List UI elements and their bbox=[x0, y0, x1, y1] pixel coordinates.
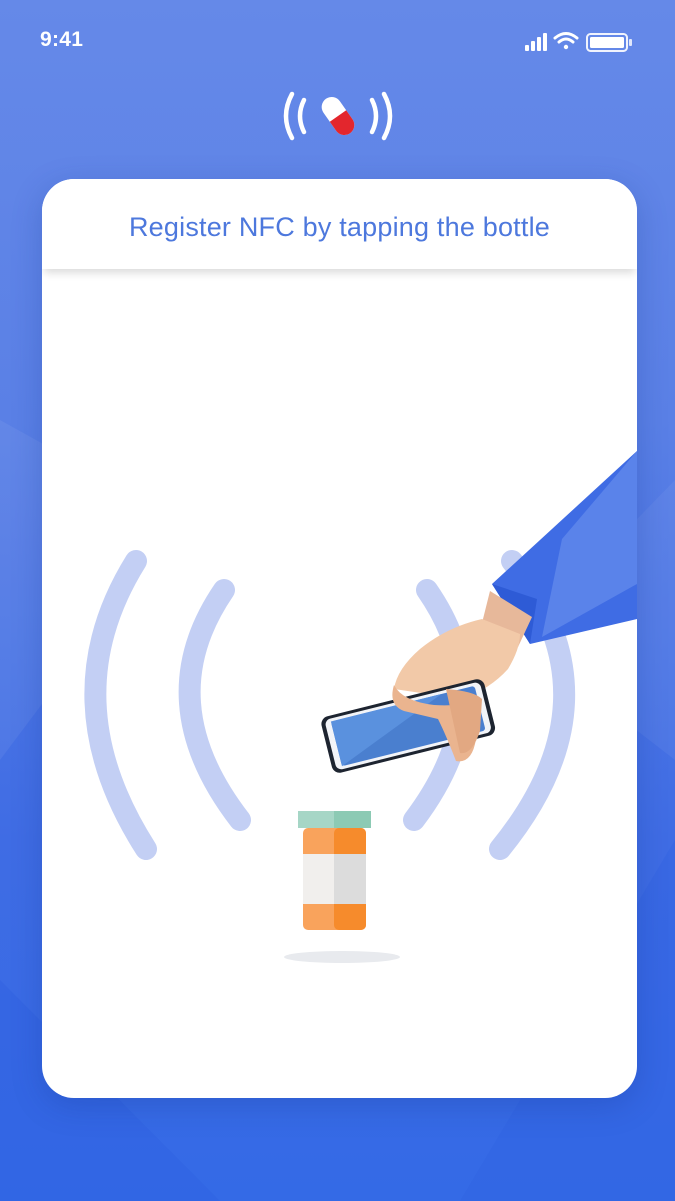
pill-bottle-icon bbox=[298, 811, 371, 930]
hand-holding-phone-icon bbox=[321, 451, 637, 773]
card-header: Register NFC by tapping the bottle bbox=[42, 179, 637, 269]
nfc-pill-icon bbox=[283, 91, 393, 141]
bottle-shadow bbox=[284, 951, 400, 963]
battery-icon bbox=[586, 33, 632, 52]
card-title: Register NFC by tapping the bottle bbox=[128, 212, 550, 242]
status-bar: 9:41 bbox=[0, 0, 675, 84]
status-icons bbox=[525, 32, 632, 52]
wifi-icon bbox=[553, 32, 579, 50]
nfc-illustration bbox=[84, 451, 637, 963]
status-time: 9:41 bbox=[40, 28, 84, 51]
cellular-signal-icon bbox=[525, 33, 547, 51]
nfc-register-card: Register NFC by tapping the bottle bbox=[42, 179, 637, 1098]
